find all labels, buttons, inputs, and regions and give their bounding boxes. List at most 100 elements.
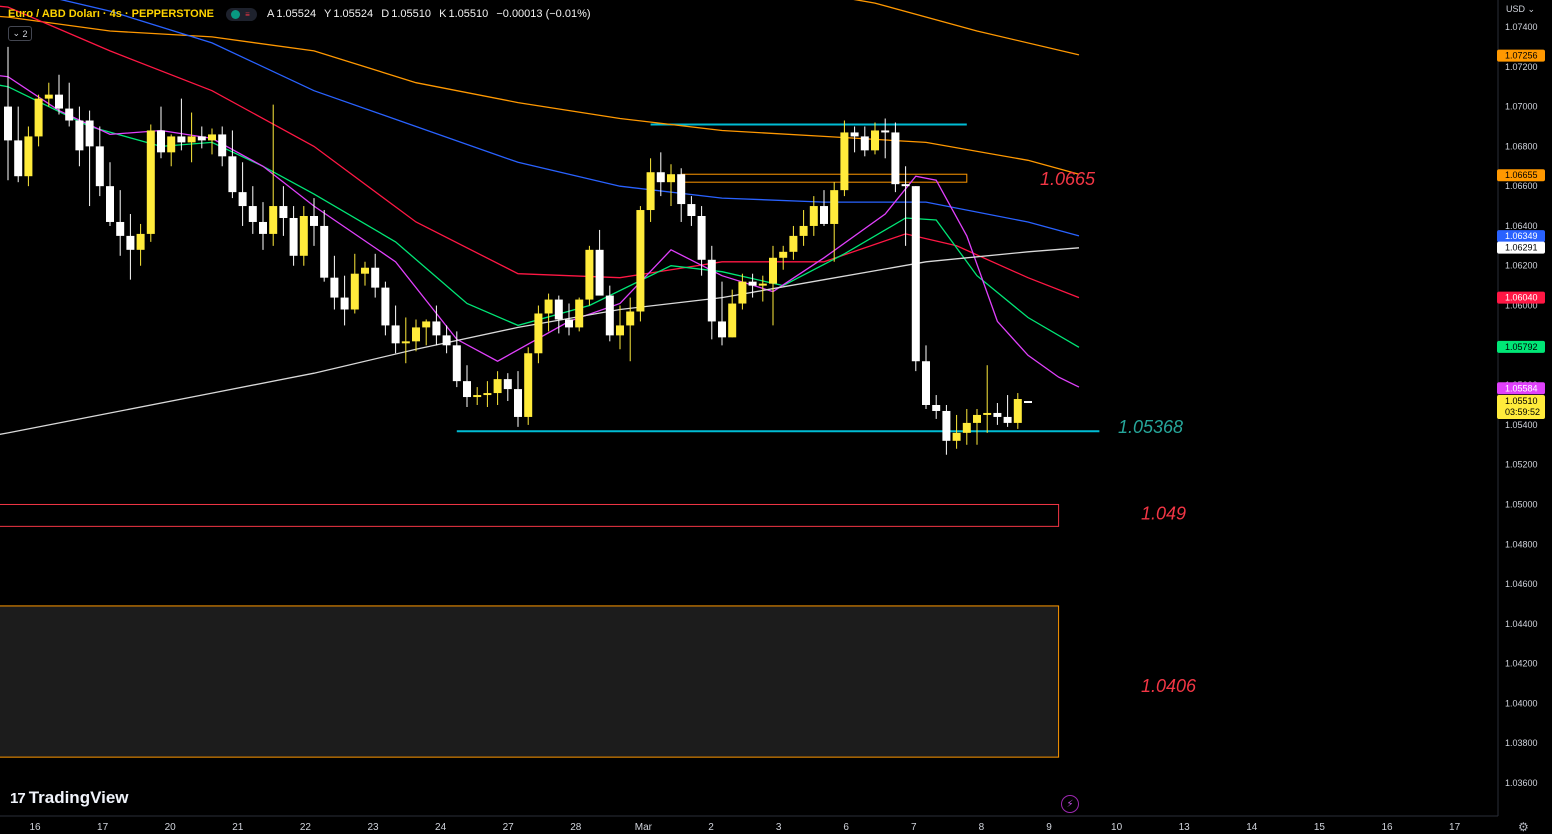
time-tick-label: 13 bbox=[1179, 822, 1191, 833]
candle-body bbox=[14, 140, 23, 177]
time-tick-label: 10 bbox=[1111, 822, 1123, 833]
candle-body bbox=[269, 206, 278, 234]
candle-body bbox=[646, 172, 655, 211]
candle-body bbox=[962, 422, 971, 433]
candle-body bbox=[952, 432, 961, 441]
currency-selector[interactable]: USD ⌄ bbox=[1506, 4, 1535, 15]
candle-body bbox=[279, 206, 288, 218]
candle-body bbox=[595, 249, 604, 296]
price-tick-label: 1.06200 bbox=[1505, 261, 1538, 271]
price-tick-label: 1.04400 bbox=[1505, 619, 1538, 629]
price-tick-label: 1.05000 bbox=[1505, 499, 1538, 509]
price-tag-label: 1.06655 bbox=[1505, 170, 1538, 180]
candle-body bbox=[167, 136, 176, 153]
candle-body bbox=[707, 259, 716, 322]
candle-body bbox=[605, 295, 614, 336]
price-tick-label: 1.03600 bbox=[1505, 778, 1538, 788]
price-tick-label: 1.07400 bbox=[1505, 22, 1538, 32]
candle-body bbox=[228, 156, 237, 193]
price-tick-label: 1.04800 bbox=[1505, 539, 1538, 549]
ohlc-change: −0.00013 (−0.01%) bbox=[496, 8, 591, 20]
candle-body bbox=[922, 361, 930, 405]
candle-body bbox=[310, 216, 318, 226]
candle-body bbox=[616, 325, 624, 336]
candle-body bbox=[401, 341, 410, 344]
price-chart[interactable]: 1.053681.06651.0491.04061.074001.072001.… bbox=[0, 0, 1552, 834]
candle-body bbox=[1013, 399, 1022, 423]
candle-body bbox=[697, 216, 706, 260]
candle-body bbox=[126, 235, 135, 250]
candle-body bbox=[820, 206, 828, 224]
candle-body bbox=[350, 273, 359, 310]
data-status-icon: ≡ bbox=[245, 9, 250, 19]
price-tick-label: 1.06600 bbox=[1505, 181, 1538, 191]
candle-body bbox=[575, 299, 584, 328]
time-tick-label: 23 bbox=[367, 822, 379, 833]
candle-body bbox=[636, 210, 645, 312]
candle-body bbox=[799, 225, 808, 236]
price-tick-label: 1.04000 bbox=[1505, 698, 1538, 708]
candle-body bbox=[524, 353, 533, 417]
candle-body bbox=[136, 233, 145, 250]
ohlc-open-label: A bbox=[267, 8, 275, 20]
candle-body bbox=[361, 267, 369, 274]
candle-body bbox=[656, 172, 665, 183]
ohlc-low-label: D bbox=[381, 8, 390, 20]
zone-box bbox=[0, 503, 1060, 527]
gear-icon[interactable]: ⚙ bbox=[1518, 820, 1529, 834]
time-tick-label: 16 bbox=[29, 822, 41, 833]
level-annotation: 1.05368 bbox=[1118, 417, 1183, 437]
candle-body bbox=[95, 146, 104, 187]
price-tick-label: 1.04600 bbox=[1505, 579, 1538, 589]
candle-body bbox=[422, 321, 431, 328]
candle-body bbox=[738, 281, 747, 304]
candle-body bbox=[1003, 416, 1012, 423]
ohlc-low-value: 1.05510 bbox=[391, 8, 431, 20]
chart-header: Euro / ABD Doları · 4s · PEPPERSTONE ≡ A… bbox=[8, 6, 593, 22]
time-tick-label: 17 bbox=[97, 822, 109, 833]
candle-body bbox=[789, 235, 798, 252]
candle-body bbox=[973, 414, 981, 423]
candle-body bbox=[187, 136, 196, 143]
time-tick-label: 8 bbox=[979, 822, 985, 833]
time-tick-label: 20 bbox=[165, 822, 177, 833]
candle-body bbox=[860, 136, 869, 151]
time-tick-label: 28 bbox=[570, 822, 582, 833]
time-tick-label: 27 bbox=[503, 822, 515, 833]
candle-body bbox=[891, 132, 900, 185]
plot-area bbox=[0, 0, 1100, 758]
status-indicators: ≡ bbox=[226, 7, 257, 21]
time-tick-label: 6 bbox=[843, 822, 849, 833]
zone-box bbox=[0, 605, 1060, 758]
candle-body bbox=[259, 221, 267, 234]
candle-body bbox=[146, 130, 155, 234]
ohlc-close-value: 1.05510 bbox=[448, 8, 489, 20]
price-tag-label: 1.05510 bbox=[1505, 396, 1538, 406]
time-tick-label: 14 bbox=[1246, 822, 1258, 833]
price-tick-label: 1.04200 bbox=[1505, 659, 1538, 669]
candle-body bbox=[585, 249, 594, 300]
price-tag-label: 1.05584 bbox=[1505, 383, 1538, 393]
candle-body bbox=[932, 405, 941, 411]
candle-body bbox=[432, 321, 441, 336]
tradingview-wordmark: TradingView bbox=[28, 788, 129, 807]
price-tag-label: 1.05792 bbox=[1505, 342, 1538, 352]
time-tick-label: 17 bbox=[1449, 822, 1461, 833]
price-tick-label: 1.03800 bbox=[1505, 738, 1538, 748]
ohlc-high-value: 1.05524 bbox=[333, 8, 374, 20]
candle-body bbox=[106, 186, 114, 222]
candle-body bbox=[391, 325, 400, 344]
candle-body bbox=[809, 206, 818, 226]
candle-body bbox=[544, 299, 553, 314]
time-tick-label: 15 bbox=[1314, 822, 1326, 833]
time-tick-label: 2 bbox=[708, 822, 714, 833]
flash-icon[interactable]: ⚡ bbox=[1061, 795, 1079, 813]
candle-body bbox=[116, 221, 125, 236]
indicators-collapse-button[interactable]: ⌄ 2 bbox=[8, 26, 32, 41]
candle-body bbox=[554, 299, 563, 320]
candle-body bbox=[412, 327, 420, 342]
symbol-title[interactable]: Euro / ABD Doları · 4s · PEPPERSTONE bbox=[8, 8, 214, 20]
candle-body bbox=[473, 395, 482, 398]
candle-body bbox=[687, 204, 696, 216]
candle-body bbox=[24, 136, 33, 177]
